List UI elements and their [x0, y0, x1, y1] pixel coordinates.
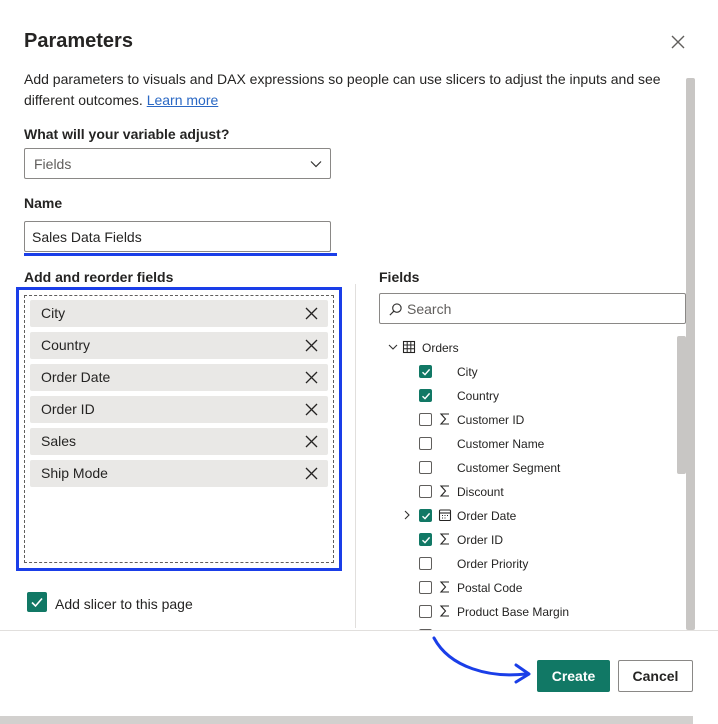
- remove-field-icon[interactable]: [304, 402, 319, 417]
- field-label: Order ID: [457, 533, 504, 547]
- field-checkbox[interactable]: [419, 581, 432, 594]
- field-item[interactable]: Order Priority: [379, 554, 669, 574]
- remove-field-icon[interactable]: [304, 306, 319, 321]
- sigma-icon: [439, 533, 449, 545]
- field-label: Product Base Margin: [457, 605, 570, 619]
- footer-divider: [0, 630, 718, 631]
- dialog-scrollbar[interactable]: [686, 78, 695, 630]
- field-table-label: Orders: [422, 341, 459, 355]
- field-item[interactable]: Customer ID: [379, 410, 669, 430]
- remove-field-icon[interactable]: [304, 434, 319, 449]
- slicer-label: Add slicer to this page: [55, 596, 193, 612]
- chevron-down-icon: [310, 161, 322, 168]
- field-item[interactable]: Order Date: [379, 506, 669, 526]
- field-table-orders[interactable]: Orders: [379, 338, 669, 358]
- parameters-dialog: Parameters Add parameters to visuals and…: [0, 0, 718, 724]
- reorder-field-label: Sales: [41, 433, 77, 449]
- reorder-field-label: Order Date: [41, 369, 111, 385]
- field-label: Order Date: [457, 509, 517, 523]
- field-label: City: [457, 365, 478, 379]
- fields-tree-scrollbar[interactable]: [677, 336, 686, 474]
- dialog-title: Parameters: [24, 30, 133, 52]
- sigma-icon: [439, 581, 449, 593]
- horizontal-scrollbar[interactable]: [0, 716, 693, 724]
- sigma-icon: [439, 485, 449, 497]
- fields-label: Fields: [379, 269, 420, 285]
- remove-field-icon[interactable]: [304, 338, 319, 353]
- reorder-field-item[interactable]: Order ID: [30, 396, 328, 423]
- chevron-right-icon[interactable]: [401, 509, 413, 521]
- description-text: Add parameters to visuals and DAX expres…: [24, 71, 661, 108]
- variable-adjust-label: What will your variable adjust?: [24, 126, 230, 142]
- name-label: Name: [24, 195, 63, 211]
- field-label: Customer Name: [457, 437, 545, 451]
- reorder-field-item[interactable]: Country: [30, 332, 328, 359]
- field-checkbox[interactable]: [419, 557, 432, 570]
- field-item[interactable]: Product Base Margin: [379, 602, 669, 622]
- field-label: Discount: [457, 485, 504, 499]
- fields-search-input[interactable]: [407, 299, 677, 319]
- reorder-field-label: Country: [41, 337, 91, 353]
- name-input[interactable]: [24, 221, 331, 252]
- field-item[interactable]: Discount: [379, 482, 669, 502]
- arrow-annotation-icon: [432, 636, 531, 684]
- field-item[interactable]: Country: [379, 386, 669, 406]
- fields-tree: Orders City Country Customer ID Customer Nam…: [379, 334, 679, 630]
- search-icon: [389, 303, 402, 316]
- reorder-fields-label: Add and reorder fields: [24, 269, 174, 285]
- learn-more-link[interactable]: Learn more: [147, 92, 219, 108]
- field-label: Postal Code: [457, 581, 523, 595]
- variable-adjust-value: Fields: [34, 156, 72, 172]
- field-label: Customer ID: [457, 413, 525, 427]
- slicer-checkbox[interactable]: [27, 592, 47, 612]
- reorder-fields-list[interactable]: City Country Order Date Order ID Sales Ship M…: [24, 295, 334, 563]
- field-checkbox[interactable]: [419, 365, 432, 378]
- field-checkbox[interactable]: [419, 509, 432, 522]
- field-label: Customer Segment: [457, 461, 561, 475]
- field-checkbox[interactable]: [419, 461, 432, 474]
- table-icon: [402, 340, 416, 354]
- field-item[interactable]: Customer Name: [379, 434, 669, 454]
- sigma-icon: [439, 413, 449, 425]
- create-button[interactable]: Create: [537, 660, 610, 692]
- fields-search-box[interactable]: [379, 293, 686, 324]
- field-checkbox[interactable]: [419, 413, 432, 426]
- reorder-field-item[interactable]: Sales: [30, 428, 328, 455]
- calendar-icon: [438, 509, 452, 522]
- field-checkbox[interactable]: [419, 485, 432, 498]
- chevron-down-icon[interactable]: [387, 341, 399, 353]
- field-item[interactable]: Postal Code: [379, 578, 669, 598]
- name-input-focus-underline: [24, 253, 337, 256]
- dialog-description: Add parameters to visuals and DAX expres…: [24, 69, 664, 111]
- reorder-field-label: City: [41, 305, 66, 321]
- field-label: Order Priority: [457, 557, 529, 571]
- field-checkbox[interactable]: [419, 605, 432, 618]
- cancel-button[interactable]: Cancel: [618, 660, 693, 692]
- field-item[interactable]: Customer Segment: [379, 458, 669, 478]
- variable-adjust-dropdown[interactable]: Fields: [24, 148, 331, 179]
- reorder-field-label: Order ID: [41, 401, 95, 417]
- reorder-field-item[interactable]: Ship Mode: [30, 460, 328, 487]
- reorder-field-item[interactable]: City: [30, 300, 328, 327]
- sigma-icon: [439, 605, 449, 617]
- field-checkbox[interactable]: [419, 437, 432, 450]
- checkmark-icon: [31, 597, 43, 608]
- field-item[interactable]: Order ID: [379, 530, 669, 550]
- remove-field-icon[interactable]: [304, 466, 319, 481]
- close-icon[interactable]: [666, 30, 690, 54]
- field-checkbox[interactable]: [419, 389, 432, 402]
- reorder-field-item[interactable]: Order Date: [30, 364, 328, 391]
- column-divider: [355, 284, 356, 628]
- field-checkbox[interactable]: [419, 533, 432, 546]
- remove-field-icon[interactable]: [304, 370, 319, 385]
- field-label: Country: [457, 389, 500, 403]
- field-item[interactable]: City: [379, 362, 669, 382]
- reorder-field-label: Ship Mode: [41, 465, 108, 481]
